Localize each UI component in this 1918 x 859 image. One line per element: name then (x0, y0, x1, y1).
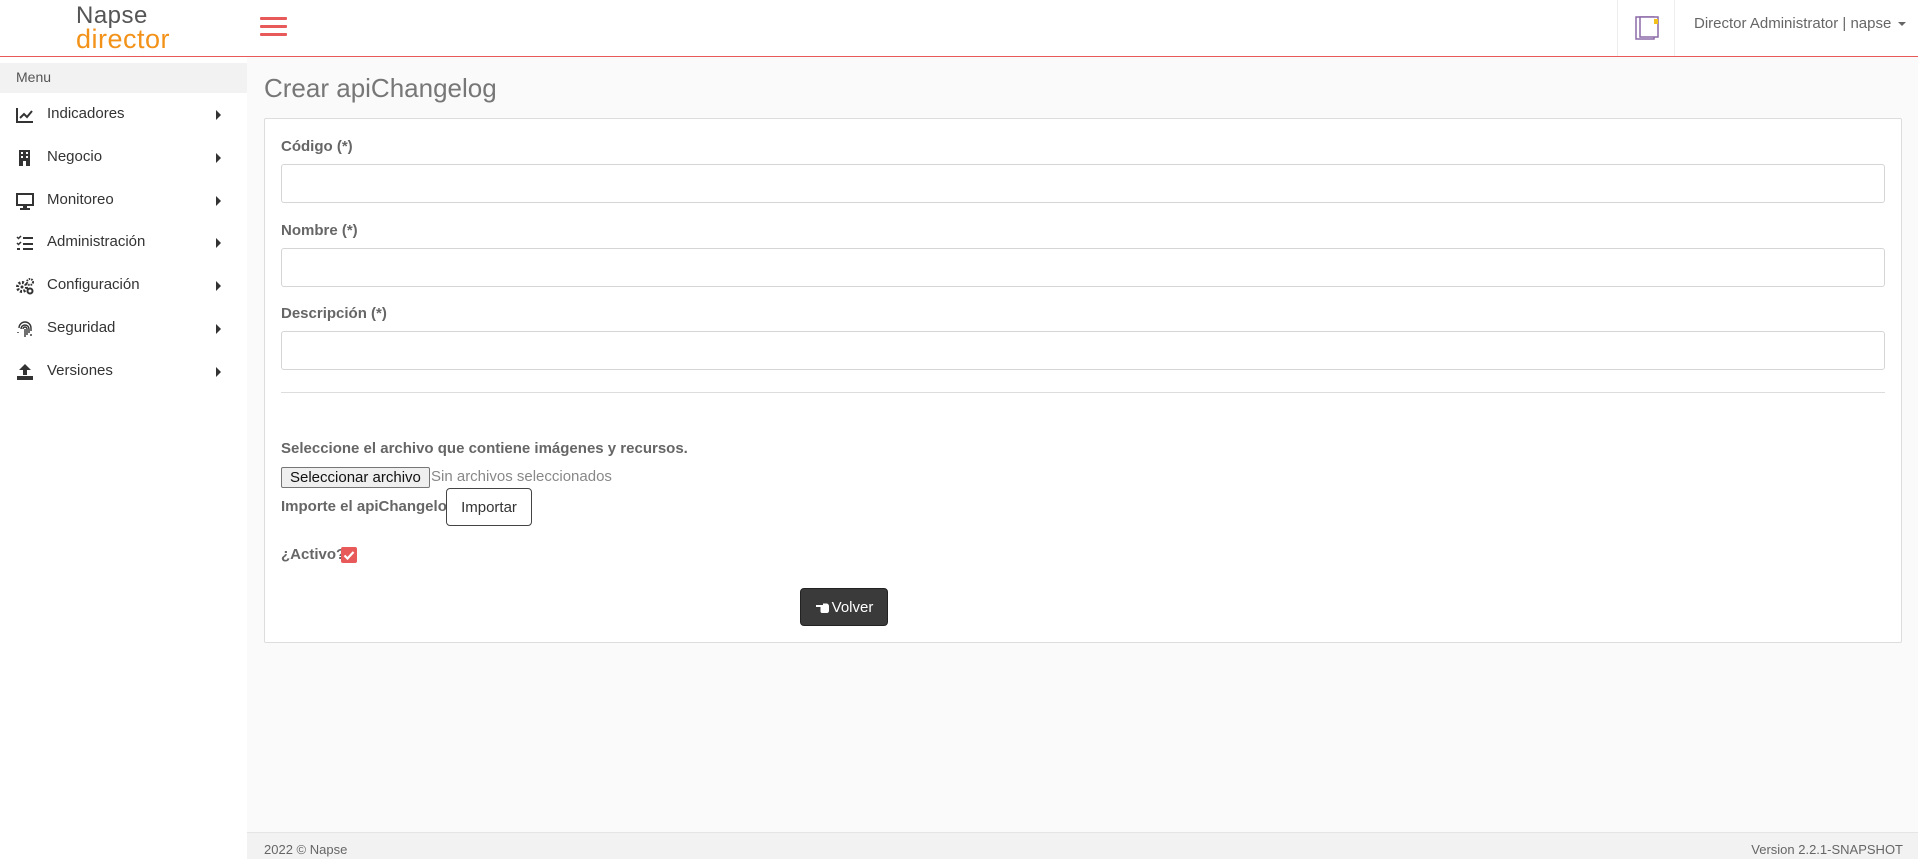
sidebar: Menu Indicadores Negocio Monitoreo Admin… (0, 57, 247, 859)
notebook-button[interactable] (1617, 0, 1675, 56)
sidebar-item-monitoreo[interactable]: Monitoreo (0, 180, 247, 222)
notebook-icon (1635, 16, 1659, 40)
sidebar-item-label: Seguridad (47, 319, 116, 336)
descripcion-input[interactable] (281, 331, 1885, 370)
sidebar-item-negocio[interactable]: Negocio (0, 137, 247, 179)
form-divider (281, 392, 1885, 393)
user-dropdown[interactable]: Director Administrator | napse (1694, 15, 1907, 32)
descripcion-label: Descripción (*) (281, 305, 387, 322)
sidebar-item-label: Monitoreo (47, 191, 114, 208)
hamburger-menu-icon[interactable] (260, 15, 288, 37)
desktop-icon (16, 193, 34, 210)
sidebar-item-versiones[interactable]: Versiones (0, 351, 247, 393)
activo-label: ¿Activo? (281, 546, 346, 563)
import-button[interactable]: Importar (446, 488, 532, 526)
select-file-button[interactable]: Seleccionar archivo (281, 467, 430, 488)
sidebar-item-label: Administración (47, 233, 146, 250)
caret-right-icon (216, 196, 221, 206)
nombre-input[interactable] (281, 248, 1885, 287)
logo-text-director: director (76, 24, 171, 54)
footer-copyright: 2022 © Napse (264, 842, 348, 857)
no-file-selected-text: Sin archivos seleccionados (431, 468, 612, 485)
caret-down-icon (1898, 22, 1907, 27)
sidebar-menu-header: Menu (0, 63, 247, 93)
caret-right-icon (216, 238, 221, 248)
file-instructions: Seleccione el archivo que contiene imáge… (281, 440, 688, 457)
import-label: Importe el apiChangelog (281, 498, 457, 515)
tasks-list-icon (16, 235, 33, 250)
upload-icon (17, 364, 33, 380)
top-navbar: Napse director Director Administrator | … (0, 0, 1918, 57)
sidebar-item-label: Indicadores (47, 105, 125, 122)
sidebar-item-label: Configuración (47, 276, 140, 293)
napse-director-logo[interactable]: Napse director (0, 0, 247, 57)
checkmark-icon (343, 551, 355, 561)
codigo-input[interactable] (281, 164, 1885, 203)
caret-right-icon (216, 110, 221, 120)
sidebar-item-indicadores[interactable]: Indicadores (0, 94, 247, 136)
footer: 2022 © Napse Version 2.2.1-SNAPSHOT (247, 832, 1918, 859)
codigo-label: Código (*) (281, 138, 353, 155)
chart-line-icon (16, 108, 33, 123)
nombre-label: Nombre (*) (281, 222, 358, 239)
sidebar-item-configuracion[interactable]: Configuración (0, 265, 247, 307)
sidebar-item-label: Versiones (47, 362, 113, 379)
caret-right-icon (216, 324, 221, 334)
caret-right-icon (216, 281, 221, 291)
user-name: Director Administrator | napse (1694, 15, 1892, 32)
volver-button[interactable]: Volver (800, 588, 888, 626)
caret-right-icon (216, 367, 221, 377)
caret-right-icon (216, 153, 221, 163)
cogs-icon (16, 278, 34, 295)
volver-label: Volver (831, 598, 874, 616)
sidebar-item-administracion[interactable]: Administración (0, 222, 247, 264)
activo-checkbox[interactable] (341, 547, 357, 563)
hand-point-left-icon (815, 603, 829, 613)
sidebar-item-seguridad[interactable]: Seguridad (0, 308, 247, 350)
building-icon (19, 150, 30, 166)
page-title: Crear apiChangelog (264, 73, 497, 103)
footer-version: Version 2.2.1-SNAPSHOT (1751, 842, 1903, 857)
sidebar-item-label: Negocio (47, 148, 103, 165)
fingerprint-icon (17, 321, 32, 337)
